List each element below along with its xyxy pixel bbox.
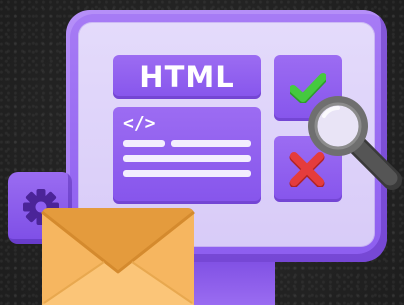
code-line [123, 170, 251, 177]
magnifier-icon [308, 96, 402, 190]
code-panel: </> [113, 107, 261, 204]
code-icon: </> [123, 113, 156, 134]
monitor-stand [190, 258, 275, 305]
code-line [123, 140, 165, 147]
code-line [171, 140, 251, 147]
envelope-icon [41, 208, 195, 305]
illustration: HTML </> [0, 0, 404, 305]
html-title-panel: HTML [113, 55, 261, 99]
code-line [123, 155, 251, 162]
html-label: HTML [139, 60, 235, 94]
